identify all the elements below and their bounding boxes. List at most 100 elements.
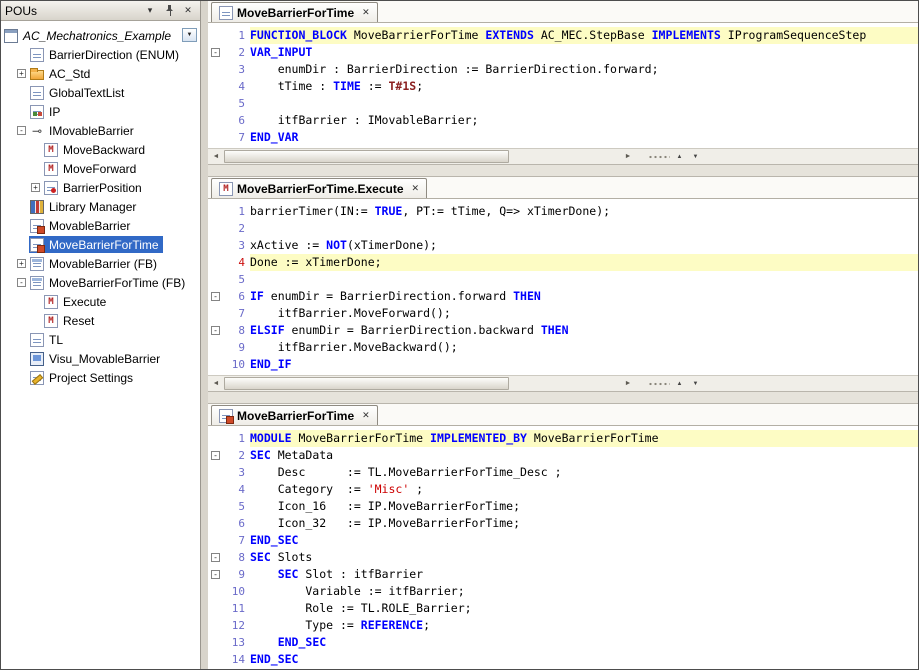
horizontal-scrollbar[interactable]: ◄ ► ▲ ▼	[208, 375, 918, 391]
tab-movebarrierfortime[interactable]: MoveBarrierForTime ✕	[211, 2, 378, 22]
collapse-minus-icon[interactable]: -	[17, 126, 26, 135]
tree-item-tl[interactable]: TL	[1, 330, 200, 349]
code-line-8[interactable]: -8ELSIF enumDir = BarrierDirection.backw…	[208, 322, 918, 339]
tree-item-movebarrierfortime-fb[interactable]: -MoveBarrierForTime (FB)	[1, 273, 200, 292]
tree-item-globaltextlist[interactable]: GlobalTextList	[1, 83, 200, 102]
pin-panel-button[interactable]	[161, 4, 177, 18]
splitter-grip[interactable]	[648, 382, 670, 386]
code-line-10[interactable]: 10 Variable := itfBarrier;	[208, 583, 918, 600]
line-number: 8	[223, 322, 250, 339]
fold-collapse-icon[interactable]: -	[211, 292, 220, 301]
code-line-5[interactable]: 5	[208, 95, 918, 112]
code-text: END_SEC	[250, 532, 918, 549]
code-line-6[interactable]: -6IF enumDir = BarrierDirection.forward …	[208, 288, 918, 305]
code-line-3[interactable]: 3 Desc := TL.MoveBarrierForTime_Desc ;	[208, 464, 918, 481]
fold-column	[208, 61, 223, 78]
code-line-1[interactable]: 1barrierTimer(IN:= TRUE, PT:= tTime, Q=>…	[208, 203, 918, 220]
split-down-button[interactable]: ▼	[689, 150, 702, 163]
tab-close-icon[interactable]: ✕	[412, 183, 420, 194]
enum-icon	[30, 48, 44, 62]
tab-movebarrierfortime[interactable]: MoveBarrierForTime ✕	[211, 405, 378, 425]
tab-close-icon[interactable]: ✕	[362, 410, 370, 421]
code-line-6[interactable]: 6 itfBarrier : IMovableBarrier;	[208, 112, 918, 129]
code-line-9[interactable]: 9 itfBarrier.MoveBackward();	[208, 339, 918, 356]
expand-plus-icon[interactable]: +	[17, 259, 26, 268]
code-line-2[interactable]: 2	[208, 220, 918, 237]
code-line-3[interactable]: 3xActive := NOT(xTimerDone);	[208, 237, 918, 254]
code-line-4[interactable]: 4 Category := 'Misc' ;	[208, 481, 918, 498]
fold-collapse-icon[interactable]: -	[211, 451, 220, 460]
tree-item-project-settings[interactable]: Project Settings	[1, 368, 200, 387]
code-line-14[interactable]: 14END_SEC	[208, 651, 918, 668]
code-line-7[interactable]: 7END_SEC	[208, 532, 918, 549]
split-up-button[interactable]: ▲	[673, 377, 686, 390]
tree-item-barrierdirection-enum[interactable]: BarrierDirection (ENUM)	[1, 45, 200, 64]
code-line-5[interactable]: 5	[208, 271, 918, 288]
fb-icon	[219, 6, 233, 20]
window-menu-button[interactable]: ▾	[142, 4, 158, 18]
scroll-right-button[interactable]: ►	[620, 149, 636, 164]
code-line-7[interactable]: 7END_VAR	[208, 129, 918, 146]
tree-item-ip[interactable]: IP	[1, 102, 200, 121]
collapse-minus-icon[interactable]: -	[17, 278, 26, 287]
scroll-right-button[interactable]: ►	[620, 376, 636, 391]
code-area[interactable]: 1barrierTimer(IN:= TRUE, PT:= tTime, Q=>…	[208, 199, 918, 375]
line-number: 6	[223, 288, 250, 305]
code-line-12[interactable]: 12 Type := REFERENCE;	[208, 617, 918, 634]
tree-item-movebackward[interactable]: MMoveBackward	[1, 140, 200, 159]
code-area[interactable]: 1MODULE MoveBarrierForTime IMPLEMENTED_B…	[208, 426, 918, 669]
code-line-1[interactable]: 1MODULE MoveBarrierForTime IMPLEMENTED_B…	[208, 430, 918, 447]
fold-collapse-icon[interactable]: -	[211, 570, 220, 579]
scrollbar-thumb[interactable]	[224, 377, 509, 390]
fold-collapse-icon[interactable]: -	[211, 48, 220, 57]
tree-item-imovablebarrier[interactable]: -⊸IMovableBarrier	[1, 121, 200, 140]
tree-item-library-manager[interactable]: Library Manager	[1, 197, 200, 216]
panel-splitter[interactable]	[201, 1, 208, 669]
scrollbar-track[interactable]	[224, 376, 620, 391]
scroll-left-button[interactable]: ◄	[208, 376, 224, 391]
pane-splitter[interactable]	[208, 164, 918, 177]
scrollbar-thumb[interactable]	[224, 150, 509, 163]
code-line-2[interactable]: -2VAR_INPUT	[208, 44, 918, 61]
code-line-6[interactable]: 6 Icon_32 := IP.MoveBarrierForTime;	[208, 515, 918, 532]
scroll-left-button[interactable]: ◄	[208, 149, 224, 164]
tree-item-movebarrierfortime[interactable]: MoveBarrierForTime	[1, 235, 200, 254]
tree-item-barrierposition[interactable]: +BarrierPosition	[1, 178, 200, 197]
code-line-4[interactable]: 4 tTime : TIME := T#1S;	[208, 78, 918, 95]
root-dropdown-button[interactable]: ▼	[182, 28, 197, 42]
scrollbar-track[interactable]	[224, 149, 620, 164]
fold-collapse-icon[interactable]: -	[211, 553, 220, 562]
code-line-1[interactable]: 1FUNCTION_BLOCK MoveBarrierForTime EXTEN…	[208, 27, 918, 44]
splitter-grip[interactable]	[648, 155, 670, 159]
close-panel-button[interactable]: ✕	[180, 4, 196, 18]
code-line-11[interactable]: 11 Role := TL.ROLE_Barrier;	[208, 600, 918, 617]
fold-collapse-icon[interactable]: -	[211, 326, 220, 335]
code-line-3[interactable]: 3 enumDir : BarrierDirection := BarrierD…	[208, 61, 918, 78]
horizontal-scrollbar[interactable]: ◄ ► ▲ ▼	[208, 148, 918, 164]
line-number: 6	[223, 515, 250, 532]
split-up-button[interactable]: ▲	[673, 150, 686, 163]
code-line-7[interactable]: 7 itfBarrier.MoveForward();	[208, 305, 918, 322]
code-area[interactable]: 1FUNCTION_BLOCK MoveBarrierForTime EXTEN…	[208, 23, 918, 148]
code-line-5[interactable]: 5 Icon_16 := IP.MoveBarrierForTime;	[208, 498, 918, 515]
split-down-button[interactable]: ▼	[689, 377, 702, 390]
code-line-9[interactable]: -9 SEC Slot : itfBarrier	[208, 566, 918, 583]
tab-movebarrierfortime-execute[interactable]: M MoveBarrierForTime.Execute ✕	[211, 178, 427, 198]
tree-item-reset[interactable]: MReset	[1, 311, 200, 330]
tree-item-movablebarrier[interactable]: MovableBarrier	[1, 216, 200, 235]
code-line-8[interactable]: -8SEC Slots	[208, 549, 918, 566]
pane-splitter[interactable]	[208, 391, 918, 404]
code-line-10[interactable]: 10END_IF	[208, 356, 918, 373]
code-line-13[interactable]: 13 END_SEC	[208, 634, 918, 651]
tree-item-execute[interactable]: MExecute	[1, 292, 200, 311]
expand-plus-icon[interactable]: +	[31, 183, 40, 192]
tree-item-moveforward[interactable]: MMoveForward	[1, 159, 200, 178]
tree-item-movablebarrier-fb[interactable]: +MovableBarrier (FB)	[1, 254, 200, 273]
expand-plus-icon[interactable]: +	[17, 69, 26, 78]
code-line-2[interactable]: -2SEC MetaData	[208, 447, 918, 464]
tab-close-icon[interactable]: ✕	[362, 7, 370, 18]
tree-item-ac-std[interactable]: +AC_Std	[1, 64, 200, 83]
tree-item-ac-mechatronics-example[interactable]: AC_Mechatronics_Example▼	[1, 26, 200, 45]
tree-item-visu-movablebarrier[interactable]: Visu_MovableBarrier	[1, 349, 200, 368]
code-line-4[interactable]: 4Done := xTimerDone;	[208, 254, 918, 271]
